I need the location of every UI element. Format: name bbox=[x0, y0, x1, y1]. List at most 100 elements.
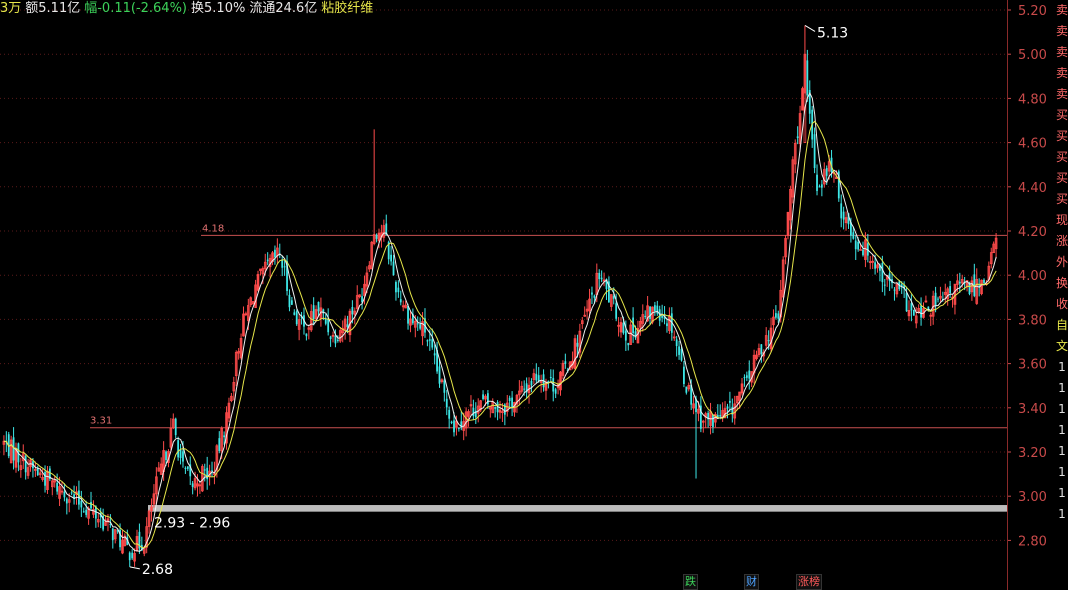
candle-body bbox=[305, 333, 308, 337]
candle-body bbox=[949, 286, 952, 294]
candle-body bbox=[191, 483, 194, 487]
badge-fall[interactable]: 跌 bbox=[683, 574, 698, 590]
candle-body bbox=[554, 389, 557, 394]
candle-body bbox=[743, 377, 746, 379]
candle-body bbox=[44, 472, 46, 486]
candle-body bbox=[63, 491, 66, 498]
side-panel-tabs: 卖卖卖卖卖买买买买买现涨外换收自文11111111 bbox=[1056, 0, 1068, 590]
candle-body bbox=[203, 469, 206, 471]
side-tab[interactable]: 文 bbox=[1056, 336, 1068, 357]
gap-band bbox=[148, 505, 1007, 512]
side-tab[interactable]: 换 bbox=[1056, 273, 1068, 294]
candle-body bbox=[549, 376, 552, 378]
side-tab[interactable]: 1 bbox=[1056, 420, 1068, 441]
candle-body bbox=[627, 342, 630, 346]
candle-body bbox=[165, 451, 167, 461]
y-tick-label: 2.80 bbox=[1018, 534, 1047, 549]
candle-body bbox=[508, 397, 511, 401]
turnover-text: 换5.10% bbox=[191, 1, 246, 16]
badge-finance[interactable]: 财 bbox=[744, 574, 759, 590]
candle-body bbox=[24, 456, 27, 473]
side-tab[interactable]: 现 bbox=[1056, 210, 1068, 231]
candle-body bbox=[767, 340, 770, 342]
side-tab[interactable]: 收 bbox=[1056, 294, 1068, 315]
low-marker bbox=[129, 566, 140, 570]
side-tab[interactable]: 买 bbox=[1056, 147, 1068, 168]
side-tab[interactable]: 1 bbox=[1056, 357, 1068, 378]
y-tick-label: 3.40 bbox=[1018, 402, 1047, 417]
candle-body bbox=[983, 279, 985, 283]
candle-body bbox=[293, 312, 296, 315]
candle-body bbox=[649, 306, 651, 319]
side-tab[interactable]: 卖 bbox=[1056, 0, 1068, 21]
candle-body bbox=[683, 366, 685, 384]
y-tick-label: 3.00 bbox=[1018, 490, 1047, 505]
candle-body bbox=[281, 259, 284, 268]
candle-body bbox=[675, 339, 678, 347]
side-tab[interactable]: 买 bbox=[1056, 126, 1068, 147]
candle-body bbox=[274, 249, 276, 258]
candle-body bbox=[719, 415, 722, 417]
candle-body bbox=[598, 272, 601, 280]
concept-link[interactable]: 粘胶纤维 bbox=[321, 1, 373, 16]
candle-body bbox=[80, 500, 83, 508]
side-tab[interactable]: 卖 bbox=[1056, 63, 1068, 84]
candle-body bbox=[416, 323, 419, 325]
candle-body bbox=[329, 336, 332, 339]
candle-body bbox=[854, 240, 857, 250]
candle-body bbox=[685, 386, 688, 393]
candle-body bbox=[796, 136, 799, 138]
y-tick-label: 4.40 bbox=[1018, 181, 1047, 196]
side-tab[interactable]: 卖 bbox=[1056, 42, 1068, 63]
candle-body bbox=[729, 400, 731, 403]
side-tab[interactable]: 买 bbox=[1056, 168, 1068, 189]
candle-body bbox=[893, 289, 896, 291]
side-tab[interactable]: 1 bbox=[1056, 378, 1068, 399]
candle-body bbox=[266, 259, 269, 262]
candle-body bbox=[937, 298, 939, 300]
high-label: 5.13 bbox=[817, 25, 848, 41]
side-tab[interactable]: 1 bbox=[1056, 462, 1068, 483]
candle-body bbox=[12, 437, 15, 461]
candle-body bbox=[958, 281, 961, 284]
side-tab[interactable]: 卖 bbox=[1056, 21, 1068, 42]
candle-body bbox=[624, 330, 627, 341]
candle-body bbox=[457, 427, 460, 429]
candle-body bbox=[453, 420, 455, 433]
side-tab[interactable]: 自 bbox=[1056, 315, 1068, 336]
side-tab[interactable]: 卖 bbox=[1056, 84, 1068, 105]
quote-header: 3万 额5.11亿 幅-0.11(-2.64%) 换5.10% 流通24.6亿 粘胶纤维 bbox=[0, 0, 1000, 18]
side-tab[interactable]: 买 bbox=[1056, 189, 1068, 210]
candle-body bbox=[653, 305, 656, 312]
candle-body bbox=[131, 552, 134, 559]
candle-body bbox=[591, 292, 593, 295]
candle-body bbox=[523, 388, 526, 390]
side-tab[interactable]: 1 bbox=[1056, 399, 1068, 420]
candle-body bbox=[128, 552, 131, 561]
candle-body bbox=[223, 435, 226, 438]
candle-body bbox=[883, 284, 886, 286]
side-tab[interactable]: 1 bbox=[1056, 441, 1068, 462]
candlestick-chart[interactable]: 5.20 5.00 4.80 4.60 4.40 4.20 4.00 3.80 3.60 3.40… bbox=[0, 0, 1056, 590]
y-tick-label: 3.60 bbox=[1018, 358, 1047, 373]
candle-body bbox=[472, 407, 475, 417]
y-tick-label: 5.00 bbox=[1018, 48, 1047, 63]
candle-body bbox=[392, 261, 395, 276]
volume-fragment: 3万 bbox=[0, 1, 22, 16]
candle-body bbox=[174, 418, 177, 436]
side-tab[interactable]: 买 bbox=[1056, 105, 1068, 126]
side-tab[interactable]: 涨 bbox=[1056, 231, 1068, 252]
side-tab[interactable]: 外 bbox=[1056, 252, 1068, 273]
candle-body bbox=[818, 186, 821, 188]
y-tick-label: 4.00 bbox=[1018, 269, 1047, 284]
candle-body bbox=[426, 340, 429, 342]
side-tab[interactable]: 1 bbox=[1056, 483, 1068, 504]
candle-body bbox=[324, 319, 327, 324]
side-tab[interactable]: 1 bbox=[1056, 504, 1068, 525]
badge-rise-list[interactable]: 涨榜 bbox=[796, 574, 822, 590]
amount-text: 额5.11亿 bbox=[25, 1, 81, 16]
candle-body bbox=[852, 232, 855, 239]
candle-body bbox=[622, 322, 625, 334]
candle-body bbox=[407, 305, 409, 324]
candle-body bbox=[82, 511, 85, 513]
